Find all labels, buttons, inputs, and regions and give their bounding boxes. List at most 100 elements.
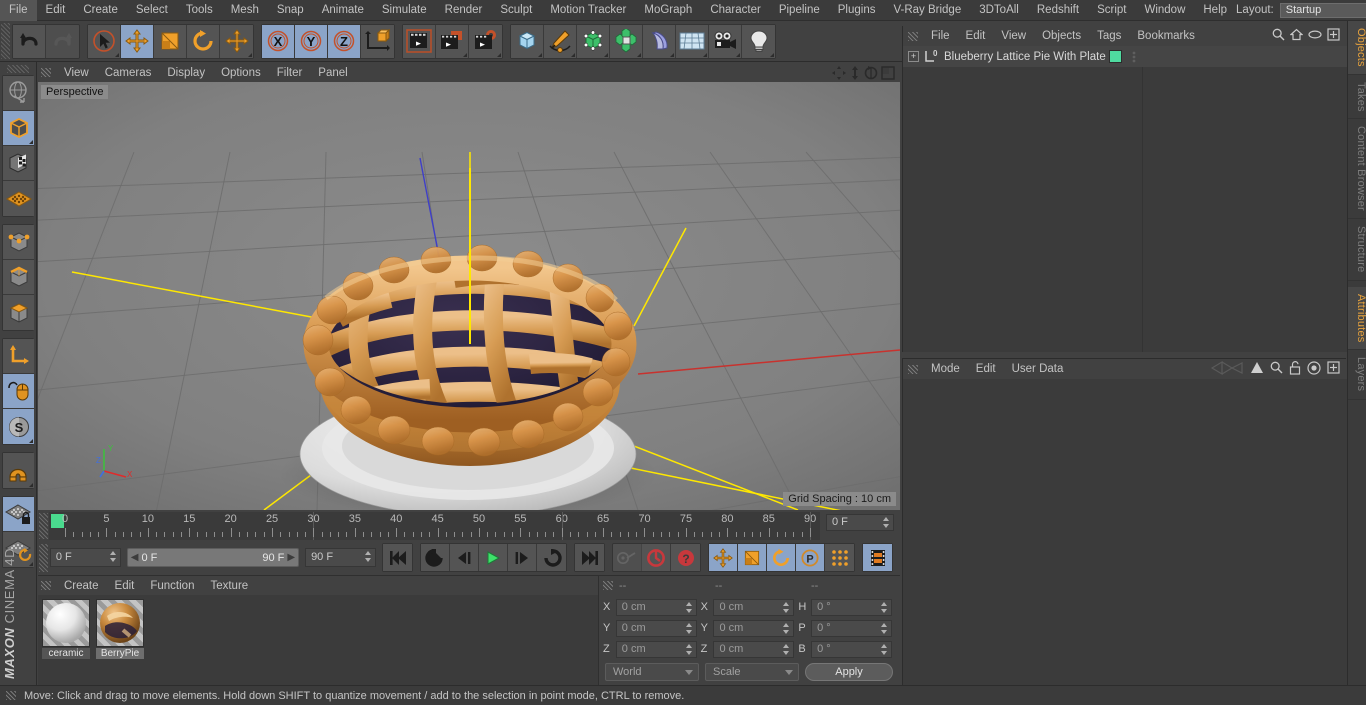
menu-render[interactable]: Render (436, 0, 492, 21)
tab-attributes[interactable]: Attributes (1348, 286, 1366, 351)
world-object-coords-button[interactable] (361, 24, 394, 58)
bend-deformer-button[interactable] (643, 24, 676, 58)
attribute-menu-mode[interactable]: Mode (923, 363, 968, 375)
spinner-icon[interactable] (685, 622, 693, 634)
points-mode-button[interactable] (3, 225, 34, 260)
attribute-menu-user-data[interactable]: User Data (1004, 363, 1072, 375)
attribute-menu-edit[interactable]: Edit (968, 363, 1004, 375)
maximize-icon[interactable] (881, 65, 895, 80)
status-grip[interactable] (6, 691, 16, 700)
coordinate-system-dropdown[interactable]: World (605, 663, 699, 681)
menu-3dtoall[interactable]: 3DToAll (970, 0, 1028, 21)
polygons-mode-button[interactable] (3, 295, 34, 330)
viewport-menu-panel[interactable]: Panel (310, 67, 355, 79)
step-back-button[interactable] (450, 544, 479, 571)
go-to-previous-key-button[interactable] (421, 544, 450, 571)
playback-grip[interactable] (39, 543, 48, 572)
arrow-up-icon[interactable] (1250, 361, 1264, 377)
spinner-icon[interactable] (783, 643, 790, 655)
generator-button[interactable] (577, 24, 610, 58)
menu-edit[interactable]: Edit (37, 0, 75, 21)
search-icon[interactable] (1270, 361, 1283, 377)
object-menu-bookmarks[interactable]: Bookmarks (1129, 30, 1203, 42)
eye-icon[interactable] (1308, 30, 1322, 42)
expand-toggle-icon[interactable]: + (908, 51, 919, 62)
x-axis-lock-button[interactable]: X (262, 24, 295, 58)
model-mode-button[interactable] (3, 76, 34, 111)
go-to-next-key-button[interactable] (537, 544, 566, 571)
play-button[interactable] (479, 544, 508, 571)
rotation-p-field[interactable]: 0 ° (811, 619, 892, 637)
rotation-h-field[interactable]: 0 ° (811, 598, 892, 616)
object-menu-edit[interactable]: Edit (958, 30, 994, 42)
spinner-icon[interactable] (880, 643, 888, 655)
material-tag-icon[interactable] (1109, 50, 1122, 63)
material-menu-create[interactable]: Create (56, 580, 107, 592)
menu-mograph[interactable]: MoGraph (635, 0, 701, 21)
position-x-field[interactable]: 0 cm (615, 598, 697, 616)
spinner-icon[interactable] (880, 622, 888, 634)
menu-script[interactable]: Script (1088, 0, 1135, 21)
material-menu-function[interactable]: Function (142, 580, 202, 592)
timeline-grip[interactable] (39, 513, 48, 539)
menu-character[interactable]: Character (701, 0, 770, 21)
keyframe-selection-button[interactable]: ? (671, 544, 700, 571)
viewport-menu-options[interactable]: Options (213, 67, 269, 79)
size-x-field[interactable]: 0 cm (713, 598, 795, 616)
search-icon[interactable] (1272, 28, 1285, 44)
menu-mesh[interactable]: Mesh (222, 0, 268, 21)
menu-tools[interactable]: Tools (177, 0, 222, 21)
timeline-ruler[interactable]: 051015202530354045505560657075808590 (49, 512, 820, 540)
tab-takes[interactable]: Takes (1348, 75, 1366, 120)
viewport-menu-view[interactable]: View (56, 67, 97, 79)
lock-workplane-button[interactable] (3, 497, 34, 532)
material-thumbnail[interactable] (96, 599, 144, 647)
object-mode-button[interactable] (3, 111, 34, 146)
object-tree[interactable]: + 0 Blueberry Lattice Pie With Plate (903, 46, 1347, 352)
scale-key-button[interactable] (738, 544, 767, 571)
range-right-arrow-icon[interactable]: ▶ (287, 552, 295, 563)
material-menu-edit[interactable]: Edit (107, 580, 143, 592)
camera-button[interactable] (709, 24, 742, 58)
spinner-icon[interactable] (783, 601, 790, 613)
environment-button[interactable] (676, 24, 709, 58)
go-to-start-button[interactable] (383, 544, 412, 571)
render-view-button[interactable] (403, 24, 436, 58)
home-icon[interactable] (1289, 28, 1304, 44)
primitive-cube-button[interactable] (511, 24, 544, 58)
spinner-icon[interactable] (109, 551, 117, 562)
apply-button[interactable]: Apply (805, 663, 893, 681)
material-thumbnail[interactable] (42, 599, 90, 647)
material-list[interactable]: ceramic BerryPie (38, 595, 598, 686)
go-to-end-button[interactable] (575, 544, 604, 571)
timeline-toggle-button[interactable] (863, 544, 892, 571)
object-menu-tags[interactable]: Tags (1089, 30, 1129, 42)
menu-file[interactable]: File (0, 0, 37, 21)
workplane-mode-button[interactable] (3, 181, 34, 216)
position-key-button[interactable] (709, 544, 738, 571)
object-menu-objects[interactable]: Objects (1034, 30, 1089, 42)
z-axis-lock-button[interactable]: Z (328, 24, 361, 58)
position-z-field[interactable]: 0 cm (615, 640, 697, 658)
menu-window[interactable]: Window (1135, 0, 1194, 21)
current-frame-field[interactable]: 0 F (826, 514, 894, 531)
menu-plugins[interactable]: Plugins (829, 0, 885, 21)
menu-pipeline[interactable]: Pipeline (770, 0, 829, 21)
record-active-objects-button[interactable] (613, 544, 642, 571)
position-y-field[interactable]: 0 cm (615, 619, 697, 637)
target-icon[interactable] (1307, 360, 1321, 378)
object-row[interactable]: + 0 Blueberry Lattice Pie With Plate (903, 46, 1347, 67)
plus-box-icon[interactable] (1327, 28, 1340, 44)
magnet-button[interactable] (3, 453, 34, 488)
viewport-grip[interactable] (41, 68, 51, 77)
object-grip[interactable] (908, 31, 918, 41)
menu-help[interactable]: Help (1194, 0, 1236, 21)
material-item[interactable]: BerryPie (96, 599, 144, 682)
viewport-menu-filter[interactable]: Filter (269, 67, 311, 79)
left-toolbar-grip[interactable] (7, 65, 29, 73)
pla-key-button[interactable] (825, 544, 854, 571)
spinner-icon[interactable] (880, 601, 888, 613)
tab-layers[interactable]: Layers (1348, 350, 1366, 400)
menu-select[interactable]: Select (127, 0, 177, 21)
menu-sculpt[interactable]: Sculpt (491, 0, 541, 21)
